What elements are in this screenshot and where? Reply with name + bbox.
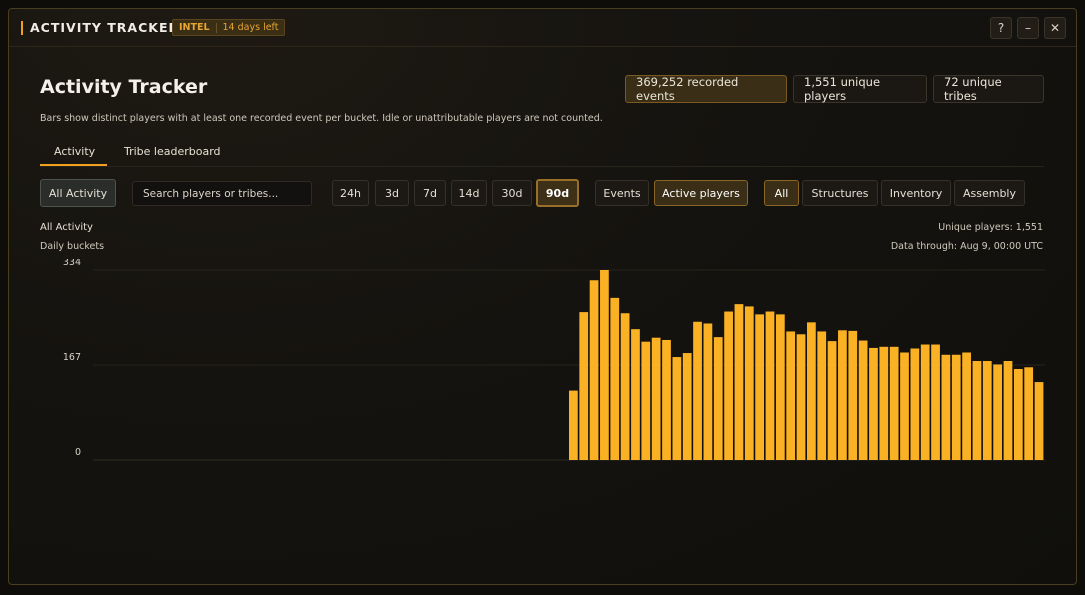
unique-players-label: Unique players: 1,551: [938, 222, 1043, 233]
tab-active-indicator: [40, 164, 107, 166]
y-tick-label: 0: [75, 447, 81, 458]
stat-recorded-events: 369,252 recorded events: [625, 75, 787, 103]
chart-bar[interactable]: [786, 331, 796, 460]
chart-bar[interactable]: [817, 331, 827, 460]
range-90d-button[interactable]: 90d: [536, 179, 579, 207]
chart-bar[interactable]: [755, 314, 765, 460]
chart-bar[interactable]: [765, 311, 775, 460]
chart-bar[interactable]: [610, 297, 620, 460]
chart-bar[interactable]: [972, 361, 982, 460]
chart-scope-label: All Activity: [40, 222, 93, 233]
category-structures-button[interactable]: Structures: [802, 180, 878, 206]
chart-bar[interactable]: [1034, 382, 1044, 460]
chart-bar[interactable]: [951, 354, 961, 460]
chart-bar[interactable]: [941, 354, 951, 460]
chart-bar[interactable]: [982, 361, 992, 460]
badge-tier: INTEL: [179, 22, 210, 33]
help-icon: ?: [997, 21, 1005, 35]
chart-bar[interactable]: [993, 364, 1003, 460]
chart-bar[interactable]: [682, 353, 692, 460]
stat-unique-players: 1,551 unique players: [793, 75, 927, 103]
chart-bar[interactable]: [589, 280, 599, 460]
chart-bar[interactable]: [869, 347, 878, 460]
close-icon: ✕: [1049, 21, 1061, 35]
tab-tribe-leaderboard[interactable]: Tribe leaderboard: [124, 145, 221, 158]
range-30d-button[interactable]: 30d: [492, 180, 532, 206]
activity-bar-chart: 0 167 334: [63, 259, 1045, 461]
chart-bar[interactable]: [848, 330, 858, 460]
y-tick-label: 167: [63, 352, 81, 363]
metric-active-players-button[interactable]: Active players: [654, 180, 748, 206]
chart-bar[interactable]: [889, 346, 899, 460]
chart-bar[interactable]: [827, 341, 837, 460]
chart-bar[interactable]: [858, 340, 868, 460]
chart-bar[interactable]: [910, 348, 920, 461]
activity-tracker-window: ACTIVITY TRACKER INTEL 14 days left ? – …: [8, 8, 1077, 585]
chart-bar[interactable]: [879, 346, 889, 460]
chart-bar[interactable]: [796, 334, 806, 460]
chart-bar[interactable]: [724, 311, 733, 460]
chart-bar[interactable]: [838, 330, 847, 460]
tabs-divider: [40, 166, 1044, 167]
help-button[interactable]: ?: [990, 17, 1012, 39]
range-3d-button[interactable]: 3d: [375, 180, 409, 206]
chart-bar[interactable]: [662, 339, 671, 460]
range-14d-button[interactable]: 14d: [451, 180, 487, 206]
tab-activity[interactable]: Activity: [54, 145, 95, 158]
chart-bar[interactable]: [775, 314, 785, 460]
page-title: Activity Tracker: [40, 76, 208, 98]
chart-bar[interactable]: [703, 323, 713, 460]
chart-bar[interactable]: [631, 329, 640, 460]
chart-bar[interactable]: [569, 390, 578, 460]
range-7d-button[interactable]: 7d: [414, 180, 446, 206]
badge-divider: [215, 22, 217, 33]
range-24h-button[interactable]: 24h: [332, 180, 369, 206]
category-inventory-button[interactable]: Inventory: [881, 180, 951, 206]
chart-bar[interactable]: [641, 341, 651, 460]
chart-bar[interactable]: [807, 322, 816, 460]
chart-bar[interactable]: [620, 313, 630, 460]
all-activity-button[interactable]: All Activity: [40, 179, 116, 207]
chart-bar[interactable]: [900, 352, 909, 460]
chart-bar[interactable]: [931, 344, 940, 460]
chart-bar[interactable]: [651, 337, 661, 460]
category-all-button[interactable]: All: [764, 180, 799, 206]
close-button[interactable]: ✕: [1044, 17, 1066, 39]
chart-bar[interactable]: [1013, 368, 1023, 460]
chart-bar[interactable]: [579, 312, 589, 460]
badge-days-left: 14 days left: [222, 22, 279, 33]
category-assembly-button[interactable]: Assembly: [954, 180, 1025, 206]
page-subtitle: Bars show distinct players with at least…: [40, 113, 603, 124]
chart-bar[interactable]: [920, 344, 930, 460]
chart-bar[interactable]: [672, 357, 682, 460]
data-through-label: Data through: Aug 9, 00:00 UTC: [890, 241, 1043, 252]
window-title: ACTIVITY TRACKER: [30, 20, 180, 35]
search-input[interactable]: Search players or tribes...: [132, 181, 312, 206]
chart-bar[interactable]: [1003, 361, 1013, 460]
chart-bar[interactable]: [744, 306, 754, 460]
minimize-icon: –: [1025, 21, 1031, 35]
chart-bar[interactable]: [600, 270, 609, 460]
chart-bar[interactable]: [1024, 367, 1034, 460]
minimize-button[interactable]: –: [1017, 17, 1039, 39]
chart-bar[interactable]: [962, 352, 971, 460]
chart-bar[interactable]: [693, 321, 702, 460]
subscription-badge: INTEL 14 days left: [172, 19, 286, 36]
chart-bar[interactable]: [734, 304, 744, 460]
title-accent-bar: [21, 21, 23, 35]
chart-bar[interactable]: [713, 337, 723, 460]
metric-events-button[interactable]: Events: [595, 180, 649, 206]
title-bar: ACTIVITY TRACKER INTEL 14 days left ? – …: [9, 9, 1076, 47]
chart-bucket-label: Daily buckets: [40, 241, 105, 252]
stat-unique-tribes: 72 unique tribes: [933, 75, 1044, 103]
y-tick-label: 334: [63, 259, 81, 268]
